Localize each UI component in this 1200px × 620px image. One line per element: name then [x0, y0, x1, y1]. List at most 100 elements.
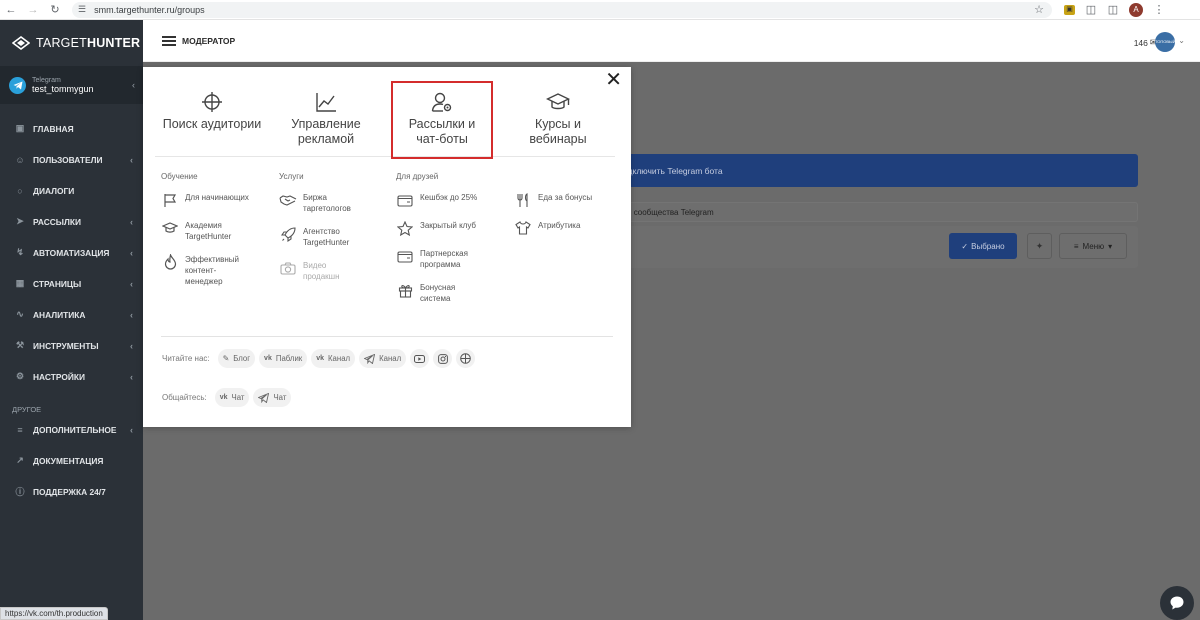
browser-profile-avatar[interactable]: A — [1129, 2, 1143, 17]
chevron-left-icon: ‹ — [130, 424, 133, 435]
sidebar-item-support[interactable]: ⓘ ПОДДЕРЖКА 24/7 — [0, 476, 143, 507]
fire-icon — [164, 254, 176, 270]
bookmark-star-icon[interactable]: ☆ — [1034, 3, 1044, 16]
column-friends: Для друзей Кешбэк до 25% Закрытый клуб П… — [396, 172, 514, 316]
logo[interactable]: TARGETHUNTER — [0, 20, 143, 66]
sidebar-item-settings[interactable]: ⚙ НАСТРОЙКИ ‹ — [0, 361, 143, 392]
telegram-channel-link[interactable]: Канал — [359, 349, 407, 368]
sidebar-item-additional[interactable]: ≡ ДОПОЛНИТЕЛЬНОЕ ‹ — [0, 414, 143, 445]
top-categories: Поиск аудитории Управление рекламой Расс… — [155, 81, 615, 159]
category-audience-search[interactable]: Поиск аудитории — [155, 87, 269, 156]
sidebar-item-tools[interactable]: ⚒ ИНСТРУМЕНТЫ ‹ — [0, 330, 143, 361]
sidebar-item-docs[interactable]: ↗ ДОКУМЕНТАЦИЯ — [0, 445, 143, 476]
sidepanel-icon[interactable]: ◫ — [1107, 3, 1119, 16]
sidebar-item-dialogs[interactable]: ○ ДИАЛОГИ — [0, 175, 143, 206]
instagram-icon — [437, 353, 448, 364]
link-beginners[interactable]: Для начинающих — [161, 192, 279, 208]
link-academy[interactable]: Академия TargetHunter — [161, 220, 279, 242]
home-icon: ▣ — [15, 123, 25, 133]
role-label[interactable]: МОДЕРАТОР — [182, 36, 235, 46]
pin-button[interactable]: ✦ — [1027, 233, 1052, 259]
divider — [161, 336, 613, 337]
chat-bubble-icon — [1170, 596, 1184, 610]
vk-chat-link[interactable]: vk Чат — [214, 388, 250, 407]
menu-dropdown-button[interactable]: ≡ Меню ▾ — [1059, 233, 1127, 259]
sidebar-item-users[interactable]: ☺ ПОЛЬЗОВАТЕЛИ ‹ — [0, 144, 143, 175]
vk-channel-link[interactable]: vk Канал — [311, 349, 356, 368]
chevron-left-icon: ‹ — [130, 154, 133, 165]
url-text: smm.targethunter.ru/groups — [94, 4, 205, 15]
youtube-link[interactable] — [410, 349, 430, 368]
graduation-cap-icon — [162, 222, 178, 233]
extensions-puzzle-icon[interactable]: ◫ — [1085, 3, 1097, 16]
caret-down-icon: ▾ — [1108, 241, 1113, 251]
read-us-row: Читайте нас: ✎ Блог vk Паблик vk Канал Кана… — [162, 349, 476, 368]
extension-icon[interactable]: ▣ — [1064, 4, 1075, 15]
link-agency[interactable]: Агентство TargetHunter — [279, 226, 397, 248]
column-services: Услуги Биржа таргетологов Агентство Targ… — [279, 172, 397, 294]
selected-button[interactable]: ✓ Выбрано — [949, 233, 1017, 259]
reload-icon[interactable]: ↻ — [44, 3, 66, 16]
back-icon[interactable]: ← — [0, 4, 22, 16]
account-network: Telegram — [32, 76, 61, 84]
link-food-for-bonuses[interactable]: Еда за бонусы — [514, 192, 614, 208]
notifications-counter[interactable]: 146 ✉ — [1134, 37, 1157, 48]
gift-icon — [398, 284, 412, 298]
sidebar-item-analytics[interactable]: ∿ АНАЛИТИКА ‹ — [0, 299, 143, 330]
category-label: Поиск аудитории — [162, 117, 262, 131]
camera-icon — [280, 261, 296, 275]
support-chat-button[interactable] — [1160, 586, 1194, 620]
telegram-icon — [9, 76, 26, 94]
chevron-left-icon: ‹ — [130, 371, 133, 382]
category-ads-management[interactable]: Управление рекламой — [269, 87, 383, 156]
bolt-icon: ↯ — [16, 247, 24, 257]
list-icon: ≡ — [1073, 241, 1079, 251]
external-icon: ↗ — [16, 455, 24, 465]
other-social-link[interactable] — [456, 349, 476, 368]
profile-avatar[interactable]: ТОПОВЫЙ — [1155, 32, 1175, 52]
analytics-icon: ∿ — [16, 309, 24, 319]
address-bar[interactable]: ☰ smm.targethunter.ru/groups ☆ — [72, 1, 1052, 18]
instagram-link[interactable] — [433, 349, 453, 368]
hamburger-icon[interactable] — [162, 35, 176, 46]
column-extra: Еда за бонусы Атрибутика — [514, 172, 614, 248]
site-settings-icon[interactable]: ☰ — [78, 4, 86, 15]
chevron-left-icon: ‹ — [130, 216, 133, 227]
link-merch[interactable]: Атрибутика — [514, 220, 614, 236]
sidebar-item-mailings[interactable]: ➤ РАССЫЛКИ ‹ — [0, 206, 143, 237]
chart-line-icon — [316, 93, 336, 112]
link-content-manager[interactable]: Эффективный контент-менеджер — [161, 254, 279, 287]
link-video-production[interactable]: Видео продакшн — [279, 260, 397, 282]
wallet-icon — [397, 194, 413, 207]
category-courses-webinars[interactable]: Курсы и вебинары — [501, 87, 615, 156]
category-mailings-chatbots[interactable]: Рассылки и чат-боты — [391, 81, 493, 159]
column-header: Услуги — [279, 172, 304, 181]
connect-telegram-bot-button[interactable]: одключить Telegram бота — [610, 154, 1138, 187]
sidebar-item-pages[interactable]: ▦ СТРАНИЦЫ ‹ — [0, 268, 143, 299]
blog-link[interactable]: ✎ Блог — [217, 349, 256, 368]
link-bonus-system[interactable]: Бонусная система — [396, 282, 514, 304]
rocket-icon — [280, 226, 296, 242]
vk-public-link[interactable]: vk Паблик — [259, 349, 308, 368]
account-name: test_tommygun — [32, 83, 94, 94]
read-us-label: Читайте нас: — [162, 354, 210, 363]
sidebar-section-other: ДРУГОЕ — [12, 405, 42, 414]
sidebar-item-home[interactable]: ▣ ГЛАВНАЯ — [0, 113, 143, 144]
link-closed-club[interactable]: Закрытый клуб — [396, 220, 514, 236]
tshirt-icon — [515, 221, 531, 235]
link-partner-program[interactable]: Партнерская программа — [396, 248, 514, 270]
chevron-left-icon: ‹ — [132, 80, 135, 90]
link-cashback[interactable]: Кешбэк до 25% — [396, 192, 514, 208]
sidebar: TARGETHUNTER Telegram test_tommygun ‹ ▣ Г… — [0, 20, 143, 620]
graduation-cap-icon — [546, 93, 570, 110]
link-targetologists-exchange[interactable]: Биржа таргетологов — [279, 192, 397, 214]
products-menu-modal: ✕ Поиск аудитории Управление рекламой Ра… — [143, 67, 631, 427]
sidebar-item-automation[interactable]: ↯ АВТОМАТИЗАЦИЯ ‹ — [0, 237, 143, 268]
chevron-down-icon[interactable]: ⌄ — [1178, 36, 1185, 45]
account-switcher[interactable]: Telegram test_tommygun ‹ — [0, 66, 143, 104]
vk-icon: vk — [219, 394, 228, 401]
telegram-chat-link[interactable]: Чат — [253, 388, 292, 407]
forward-icon[interactable]: → — [22, 4, 44, 16]
browser-menu-icon[interactable]: ⋮ — [1153, 3, 1165, 16]
category-label: Рассылки и чат-боты — [408, 117, 476, 146]
